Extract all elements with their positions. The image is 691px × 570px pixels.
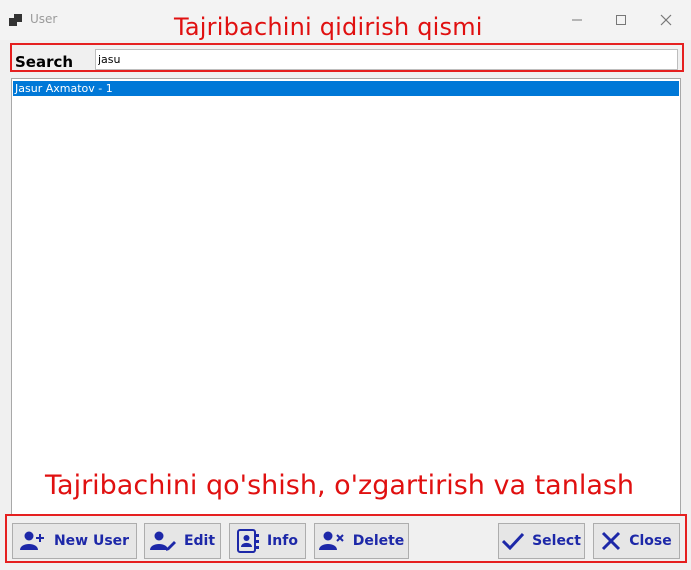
- edit-label: Edit: [183, 533, 216, 549]
- new-user-label: New User: [53, 533, 130, 549]
- info-label: Info: [267, 533, 298, 549]
- info-button[interactable]: Info: [229, 523, 306, 559]
- delete-button[interactable]: Delete: [314, 523, 409, 559]
- select-button[interactable]: Select: [498, 523, 585, 559]
- window-title: User: [30, 12, 58, 26]
- annotation-search-section: Tajribachini qidirish qismi: [174, 13, 483, 41]
- search-label: Search: [15, 53, 74, 71]
- checkmark-icon: [502, 532, 525, 550]
- minimize-button[interactable]: [562, 9, 592, 31]
- contact-card-icon: [237, 529, 260, 553]
- user-list[interactable]: Jasur Axmatov - 1: [11, 78, 681, 515]
- select-label: Select: [532, 533, 581, 549]
- close-x-icon: [602, 531, 621, 551]
- list-item[interactable]: Jasur Axmatov - 1: [13, 81, 679, 96]
- edit-button[interactable]: Edit: [144, 523, 221, 559]
- edit-user-icon: [149, 531, 176, 551]
- close-label: Close: [629, 533, 672, 549]
- maximize-button[interactable]: [606, 9, 636, 31]
- delete-label: Delete: [352, 533, 405, 549]
- new-user-button[interactable]: New User: [12, 523, 137, 559]
- app-icon: [9, 14, 22, 26]
- maximize-icon: [616, 15, 626, 25]
- add-user-icon: [19, 531, 44, 550]
- close-window-button[interactable]: [651, 9, 681, 31]
- annotation-actions-section: Tajribachini qo'shish, o'zgartirish va t…: [45, 470, 635, 501]
- search-input[interactable]: [95, 49, 678, 70]
- close-button[interactable]: Close: [593, 523, 680, 559]
- minimize-icon: [572, 19, 582, 21]
- close-icon: [660, 14, 672, 26]
- remove-user-icon: [318, 531, 344, 550]
